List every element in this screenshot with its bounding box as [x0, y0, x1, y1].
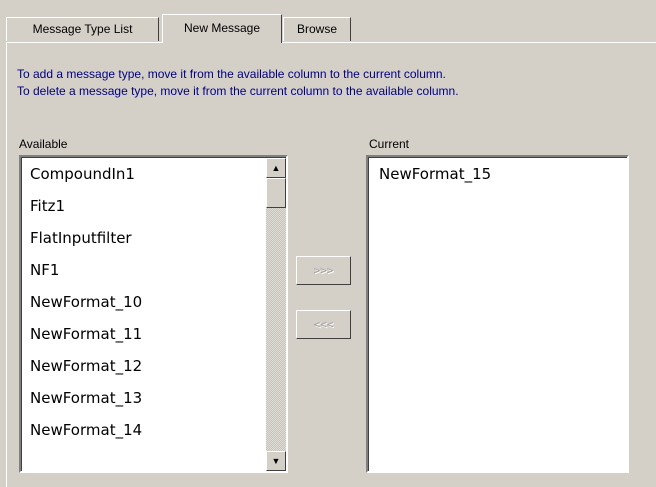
current-list: NewFormat_15	[369, 158, 627, 190]
available-item[interactable]: NewFormat_13	[22, 382, 268, 414]
available-item[interactable]: NewFormat_10	[22, 286, 268, 318]
available-item[interactable]: NewFormat_14	[22, 414, 268, 446]
current-listbox[interactable]: NewFormat_15	[366, 155, 629, 473]
instructions: To add a message type, move it from the …	[17, 66, 459, 100]
scroll-down-arrow-icon: ▼	[271, 455, 281, 466]
tab-message-type-list[interactable]: Message Type List	[6, 17, 159, 41]
scroll-down-button[interactable]: ▼	[266, 451, 286, 471]
available-label: Available	[19, 137, 68, 151]
remove-from-current-button[interactable]: <<<	[296, 310, 351, 339]
available-listbox[interactable]: CompoundIn1 Fitz1 FlatInputfilter NF1 Ne…	[19, 155, 288, 473]
available-list: CompoundIn1 Fitz1 FlatInputfilter NF1 Ne…	[22, 158, 268, 446]
current-label: Current	[369, 137, 410, 151]
tab-browse[interactable]: Browse	[283, 17, 351, 41]
instruction-line-add: To add a message type, move it from the …	[17, 67, 446, 81]
available-item[interactable]: CompoundIn1	[22, 158, 268, 190]
scroll-thumb[interactable]	[266, 178, 286, 208]
instruction-line-delete: To delete a message type, move it from t…	[17, 84, 459, 98]
available-item[interactable]: NewFormat_11	[22, 318, 268, 350]
available-scrollbar[interactable]: ▲ ▼	[266, 158, 286, 471]
available-item[interactable]: NewFormat_12	[22, 350, 268, 382]
available-item[interactable]: FlatInputfilter	[22, 222, 268, 254]
available-item[interactable]: Fitz1	[22, 190, 268, 222]
current-item[interactable]: NewFormat_15	[369, 158, 627, 190]
scroll-up-button[interactable]: ▲	[266, 158, 286, 178]
scroll-up-arrow-icon: ▲	[271, 162, 281, 173]
available-item[interactable]: NF1	[22, 254, 268, 286]
add-to-current-button[interactable]: >>>	[296, 256, 351, 285]
tab-new-message[interactable]: New Message	[162, 14, 282, 43]
